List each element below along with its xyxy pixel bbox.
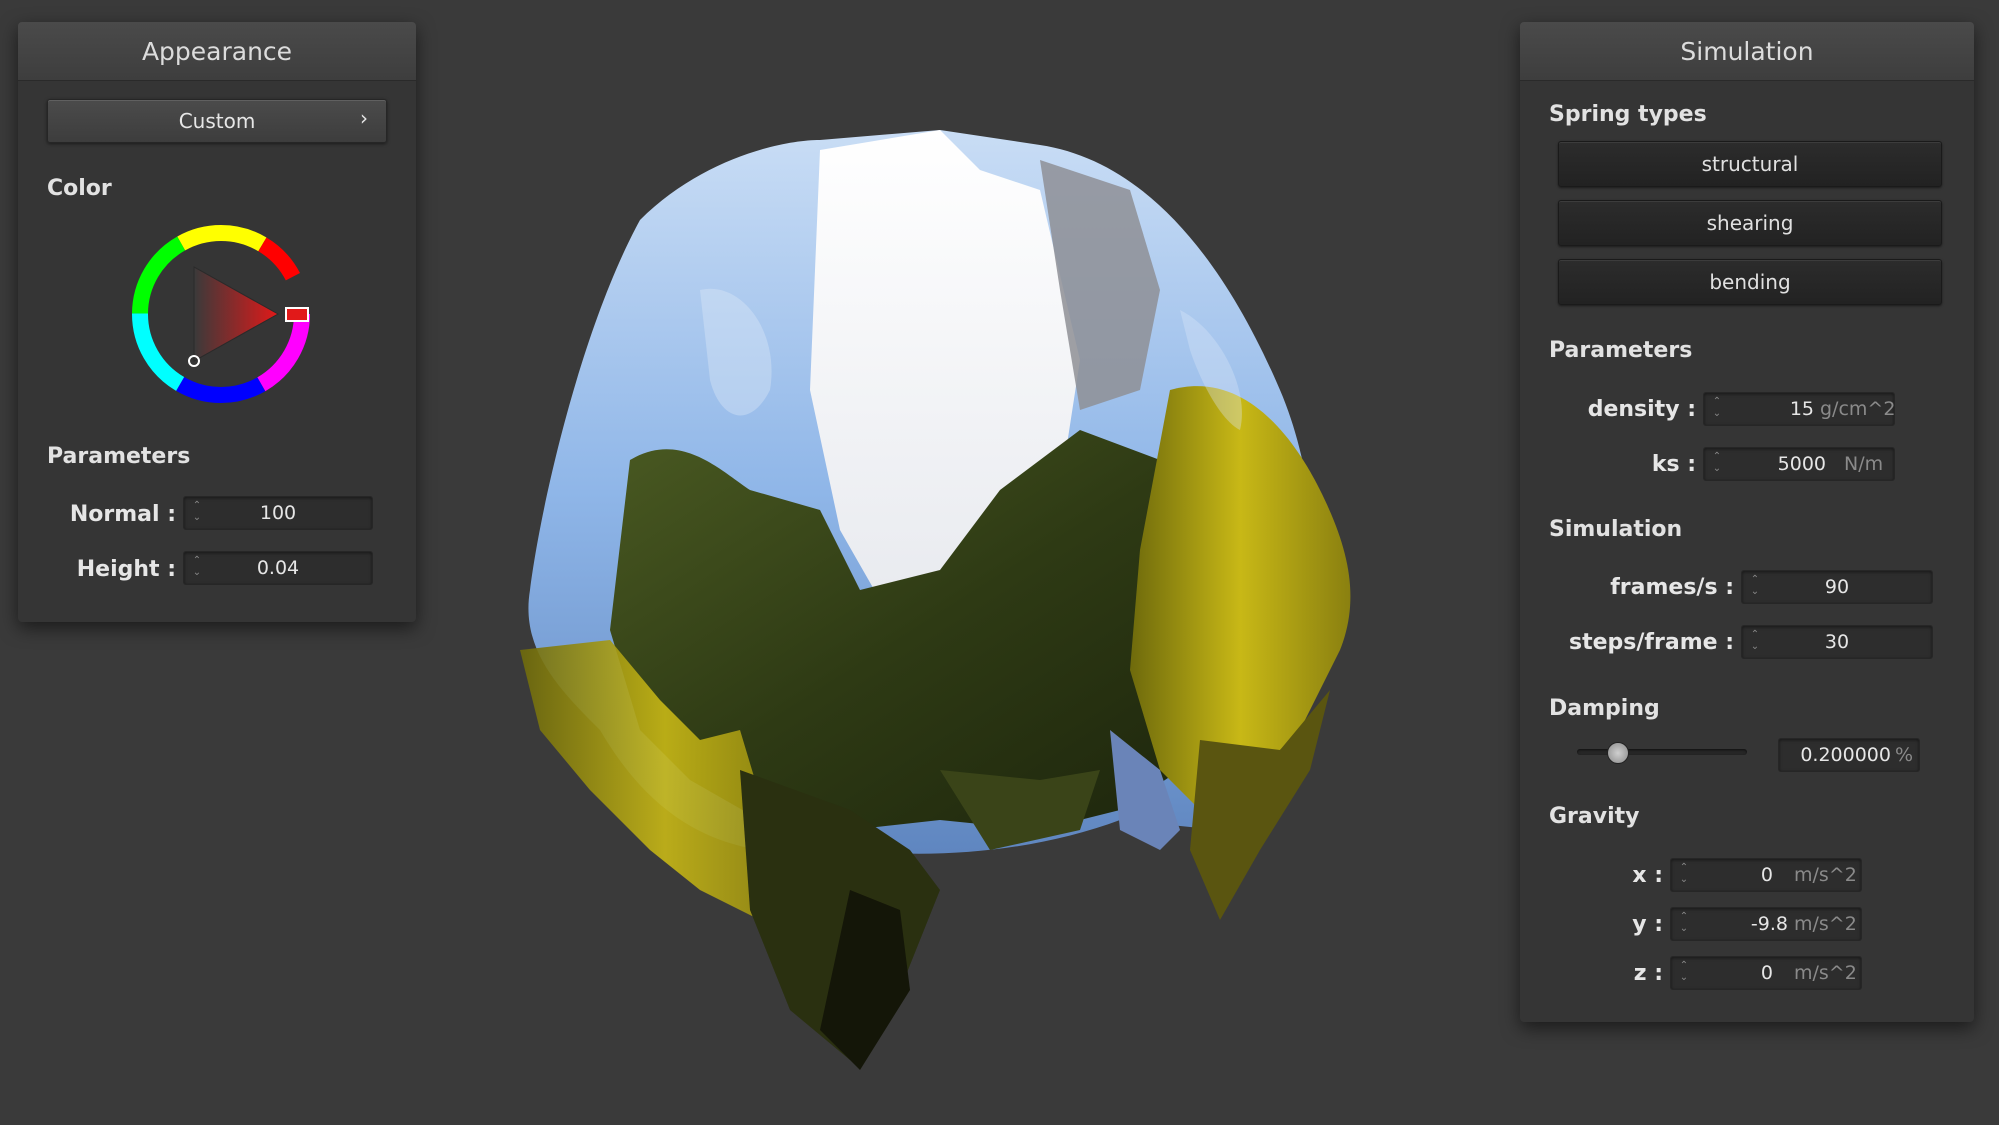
appearance-parameters-label: Parameters	[47, 444, 191, 469]
steps-label: steps/frame :	[1569, 630, 1734, 655]
damping-slider-knob[interactable]	[1607, 742, 1629, 764]
damping-input[interactable]: 0.200000 %	[1778, 738, 1920, 772]
density-label: density :	[1587, 397, 1696, 422]
height-value: 0.04	[256, 557, 300, 579]
height-label: Height :	[76, 557, 176, 582]
gravity-x-value: 0	[1760, 864, 1773, 886]
gravity-x-label: x :	[1632, 863, 1663, 888]
normal-value: 100	[259, 502, 297, 524]
fps-input[interactable]: ⌃ ⌄ 90	[1741, 570, 1933, 604]
damping-label: Damping	[1549, 696, 1660, 721]
color-wheel-picker[interactable]	[131, 224, 311, 404]
spring-types-label: Spring types	[1549, 102, 1707, 127]
steps-value: 30	[1824, 631, 1850, 653]
shearing-button[interactable]: shearing	[1558, 200, 1942, 246]
structural-button[interactable]: structural	[1558, 141, 1942, 187]
gravity-y-label: y :	[1632, 912, 1663, 937]
color-wheel-graphic	[132, 225, 310, 403]
gravity-x-input[interactable]: ⌃ ⌄ 0 m/s^2	[1670, 858, 1862, 892]
normal-input[interactable]: ⌃ ⌄ 100	[183, 496, 373, 530]
height-input[interactable]: ⌃ ⌄ 0.04	[183, 551, 373, 585]
simulation-section-label: Simulation	[1549, 517, 1683, 542]
chevron-right-icon: ›	[360, 106, 368, 130]
density-input[interactable]: ⌃ ⌄ 15 g/cm^2	[1703, 392, 1895, 426]
density-value: 15	[1789, 398, 1814, 420]
appearance-panel-title[interactable]: Appearance	[18, 22, 416, 81]
ks-unit: N/m	[1844, 453, 1884, 475]
preset-dropdown-label: Custom	[178, 109, 256, 133]
appearance-panel: Appearance Custom › Color Parameters Nor…	[18, 22, 416, 622]
color-section-label: Color	[47, 176, 112, 201]
damping-slider[interactable]	[1577, 740, 1747, 764]
gravity-z-value: 0	[1760, 962, 1773, 984]
simulation-panel-title[interactable]: Simulation	[1520, 22, 1974, 81]
gravity-z-input[interactable]: ⌃ ⌄ 0 m/s^2	[1670, 956, 1862, 990]
gravity-y-unit: m/s^2	[1794, 913, 1857, 935]
simulation-panel: Simulation Spring types structural shear…	[1520, 22, 1974, 1022]
preset-dropdown-button[interactable]: Custom ›	[47, 99, 387, 143]
damping-unit: %	[1895, 744, 1914, 766]
fps-label: frames/s :	[1610, 575, 1734, 600]
density-unit: g/cm^2	[1820, 398, 1896, 420]
gravity-y-input[interactable]: ⌃ ⌄ -9.8 m/s^2	[1670, 907, 1862, 941]
fps-value: 90	[1824, 576, 1850, 598]
normal-label: Normal :	[69, 502, 176, 527]
gravity-x-unit: m/s^2	[1794, 864, 1857, 886]
ks-value: 5000	[1777, 453, 1826, 475]
gravity-z-unit: m/s^2	[1794, 962, 1857, 984]
simulation-parameters-label: Parameters	[1549, 338, 1693, 363]
ks-input[interactable]: ⌃ ⌄ 5000 N/m	[1703, 447, 1895, 481]
gravity-label: Gravity	[1549, 804, 1640, 829]
steps-input[interactable]: ⌃ ⌄ 30	[1741, 625, 1933, 659]
bending-button[interactable]: bending	[1558, 259, 1942, 305]
damping-slider-track	[1577, 749, 1747, 755]
gravity-y-value: -9.8	[1750, 913, 1788, 935]
cloth-mesh	[520, 130, 1351, 1070]
gravity-z-label: z :	[1633, 961, 1663, 986]
damping-value: 0.200000	[1800, 744, 1891, 766]
ks-label: ks :	[1651, 452, 1696, 477]
